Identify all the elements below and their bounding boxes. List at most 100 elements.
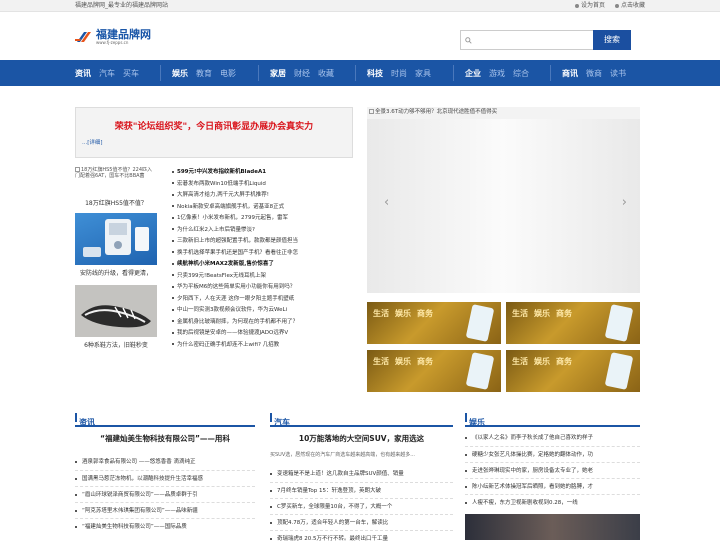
gallery-label: 娱乐 — [395, 309, 411, 318]
nav-item[interactable]: 时尚 — [391, 68, 407, 79]
set-homepage-link[interactable]: 设为首页 — [574, 0, 605, 12]
gallery-tile[interactable]: 生活 娱乐 商务 — [506, 350, 640, 392]
section-item[interactable]: 人瘦不瘦，东方卫视新剧收视到0.28，一线 — [465, 494, 640, 510]
nav-group-biz: 企业 游戏 综合 — [465, 60, 529, 86]
section-item[interactable]: 走进张晔琳现实中的家，厨房设备太专业了，她老 — [465, 462, 640, 478]
nav-item[interactable]: 家居 — [270, 68, 286, 79]
section-title[interactable]: 资讯 — [75, 418, 95, 427]
section-item[interactable]: 酒泉郭幸食品有限公司 ——悠悠香香 滴滴纯正 — [75, 454, 255, 470]
section-header-ent: 娱乐 — [465, 410, 640, 427]
news-item[interactable]: 我的后视镜是安卓的——体验捷渡JADO远界V — [172, 328, 354, 340]
nav-item[interactable]: 科技 — [367, 68, 383, 79]
section-item[interactable]: “福建灿美生物科技有限公司”——国际品质 — [75, 518, 255, 534]
nav-divider — [453, 65, 454, 81]
thumb-image — [75, 285, 157, 337]
gallery-tile[interactable]: 生活 娱乐 商务 — [367, 350, 501, 392]
gallery-tile[interactable]: 生活 娱乐 商务 — [506, 302, 640, 344]
section-intro: 买SUV选，居然现在的汽车厂商选车越来越高端，也有越来越多... — [270, 452, 416, 458]
gallery-labels: 生活 娱乐 商务 — [373, 308, 433, 319]
headline-more-link[interactable]: ...[详细] — [82, 138, 103, 146]
news-item[interactable]: 宏碁发布两款Win10低端手机Liquid — [172, 179, 354, 191]
nav-item[interactable]: 财经 — [294, 68, 310, 79]
nav-divider — [355, 65, 356, 81]
nav-item[interactable]: 教育 — [196, 68, 212, 79]
section-photo[interactable] — [465, 514, 640, 540]
nav-item[interactable]: 买车 — [123, 68, 139, 79]
search-input[interactable] — [475, 36, 585, 44]
thumb-image — [75, 213, 157, 265]
thumb-caption[interactable]: 18万红旗HS5值不值？ — [75, 198, 157, 207]
nav-group-tech: 科技 时尚 家具 — [367, 60, 431, 86]
site-logo[interactable]: 福建品牌网 www.fj-zepps.cn — [75, 29, 151, 45]
news-item[interactable]: 中山一同实测3款视频会议软件，华为云WeLi — [172, 305, 354, 317]
section-header-auto: 汽车 — [270, 410, 453, 427]
section-item[interactable]: 陈小纭新艺术体操冠军后晒照，看到她的胳膊，才 — [465, 478, 640, 494]
section-item[interactable]: 顶配4.78万，适合年轻人的第一台车，解读比 — [270, 514, 453, 530]
nav-divider — [160, 65, 161, 81]
nav-item[interactable]: 综合 — [513, 68, 529, 79]
section-headline[interactable]: “福建灿美生物科技有限公司”——用科 — [75, 433, 255, 444]
thumb-card[interactable]: 安防线的升级，看得更清， — [75, 213, 157, 277]
section-item[interactable]: 变速箱是不是上道！这几款自主品牌SUV颜值、销量 — [270, 466, 453, 482]
thumb-caption[interactable]: 安防线的升级，看得更清， — [75, 268, 157, 277]
logo-icon — [75, 31, 91, 42]
news-item[interactable]: 夕阳西下，人在天涯 这你一眼夕阳主题手机壁纸 — [172, 294, 354, 306]
section-title[interactable]: 汽车 — [270, 418, 290, 427]
gallery-label: 娱乐 — [534, 357, 550, 366]
bookmark-link[interactable]: 点击收藏 — [614, 0, 645, 12]
slider-next-arrow[interactable]: › — [622, 195, 627, 210]
nav-item[interactable]: 电影 — [220, 68, 236, 79]
gallery-tile[interactable]: 生活 娱乐 商务 — [367, 302, 501, 344]
nav-item[interactable]: 汽车 — [99, 68, 115, 79]
nav-item[interactable]: 读书 — [610, 68, 626, 79]
nav-group-trade: 商讯 微商 读书 — [562, 60, 626, 86]
search-box — [460, 30, 593, 50]
news-item[interactable]: 为什么红米2入上市后销量惨淡? — [172, 225, 354, 237]
thumb-card[interactable]: 18万红旗HS5值不值？224匹入门配着强6AT，国车不比BBA菌 18万红旗H… — [75, 167, 157, 207]
security-device-image — [83, 219, 149, 257]
nav-item[interactable]: 微商 — [586, 68, 602, 79]
news-item[interactable]: 只卖399元!BeatsFlex无线耳机上架 — [172, 271, 354, 283]
section-item[interactable]: “阿克苏塔里木伟琪集团有限公司”——品味新疆 — [75, 502, 255, 518]
phone-graphic — [465, 352, 495, 390]
section-title[interactable]: 娱乐 — [465, 418, 485, 427]
section-item[interactable]: 奇瑞瑞虎8 20.5万不行不转。最终出口千工量 — [270, 530, 453, 546]
news-item[interactable]: 599元!中兴发布指纹新机BladeA1 — [172, 167, 354, 179]
news-item[interactable]: Nokia新款安卓高端旗舰手机，诺基亚8正式 — [172, 202, 354, 214]
news-item[interactable]: 续航神机小米MAX2发新版,售价惊喜了 — [172, 259, 354, 271]
nav-item[interactable]: 游戏 — [489, 68, 505, 79]
news-item[interactable]: 金属机身比玻璃耐摔，为何现在的手机都不用了？ — [172, 317, 354, 329]
section-header-news: 资讯 — [75, 410, 255, 427]
section-marker — [270, 413, 272, 422]
section-item[interactable]: 7月终车销量Top 15：轩逸登顶，英朗大破 — [270, 482, 453, 498]
slider-image — [367, 119, 640, 293]
header: 福建品牌网 www.fj-zepps.cn 搜索 — [0, 12, 720, 60]
nav-item[interactable]: 娱乐 — [172, 68, 188, 79]
news-item[interactable]: 大屏高清才给力,两千元大屏手机推荐! — [172, 190, 354, 202]
news-item[interactable]: 华为平板M6的这些简单实用小功能你有用到吗？ — [172, 282, 354, 294]
section-item[interactable]: “眉山环球锐泽商贸有限公司”——品质卓群于引 — [75, 486, 255, 502]
search-button[interactable]: 搜索 — [593, 30, 631, 50]
section-item[interactable]: C罗买新车，全球限量10台，不得了，大概一个 — [270, 498, 453, 514]
thumb-caption[interactable]: 6种系鞋方法，旧鞋秒变 — [75, 340, 157, 349]
news-item[interactable]: 三款新旧上市的超强配置手机，款款都是颜值担当 — [172, 236, 354, 248]
news-item[interactable]: 1亿像素！小米发布新机，2799元起售，雷军 — [172, 213, 354, 225]
headline-title[interactable]: 荣获"论坛组织奖"，今日商讯彰显办展办会真实力 — [76, 119, 352, 132]
gallery-label: 娱乐 — [534, 309, 550, 318]
nav-item[interactable]: 家具 — [415, 68, 431, 79]
nav-item[interactable]: 收藏 — [318, 68, 334, 79]
news-item[interactable]: 为什么密码正确手机却连不上wifi? 几招教 — [172, 340, 354, 352]
section-item[interactable]: 国满黑马惹茫冻物机，以潮酷科技提升生活幸福感 — [75, 470, 255, 486]
nav-item[interactable]: 商讯 — [562, 68, 578, 79]
nav-item[interactable]: 企业 — [465, 68, 481, 79]
nav-item[interactable]: 资讯 — [75, 68, 91, 79]
gallery-label: 生活 — [512, 309, 528, 318]
broken-image: 全景3.6T动力够不够用？北京现代途胜值不值得买 — [369, 107, 497, 115]
section-item[interactable]: 《以家人之名》而李子秋长成了他自己喜欢的样子 — [465, 430, 640, 446]
section-headline[interactable]: 10万能落地的大空间SUV，家用选这 — [270, 433, 453, 444]
slider-prev-arrow[interactable]: ‹ — [384, 195, 389, 210]
image-slider[interactable]: 全景3.6T动力够不够用？北京现代途胜值不值得买 ‹ › — [367, 107, 640, 293]
section-item[interactable]: 硬糖少女张艺凡体操比赛，定格她的翻体动作，功 — [465, 446, 640, 462]
news-item[interactable]: 换手机选择苹果手机还是国产手机？看看往正非怎 — [172, 248, 354, 260]
thumb-card[interactable]: 6种系鞋方法，旧鞋秒变 — [75, 285, 157, 349]
